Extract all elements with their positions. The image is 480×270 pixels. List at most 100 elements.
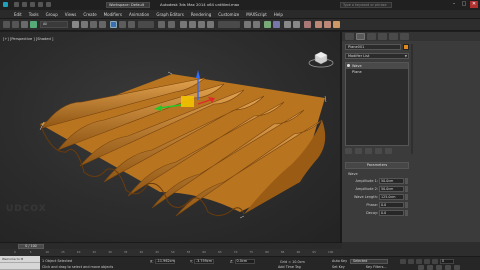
display-tab-icon[interactable] xyxy=(389,33,398,40)
show-end-result-icon[interactable] xyxy=(355,148,362,154)
remove-modifier-icon[interactable] xyxy=(375,148,382,154)
select-move-icon[interactable] xyxy=(110,21,117,28)
menu-edit[interactable]: Edit xyxy=(14,12,22,17)
go-to-start-icon[interactable] xyxy=(400,259,406,264)
graphite-ribbon-icon[interactable] xyxy=(273,21,280,28)
y-coordinate-input[interactable]: -3.759cm xyxy=(193,259,214,264)
redo-icon[interactable] xyxy=(46,2,51,7)
minimize-button[interactable]: – xyxy=(450,1,458,8)
utilities-tab-icon[interactable] xyxy=(400,33,409,40)
menu-create[interactable]: Create xyxy=(83,12,96,17)
modifier-list-dropdown[interactable]: Modifier List ▼ xyxy=(345,53,409,59)
select-scale-icon[interactable] xyxy=(128,21,135,28)
go-to-end-icon[interactable] xyxy=(432,259,438,264)
perspective-viewport[interactable]: [+] [Perspective ] [Shaded ] UDCOX xyxy=(0,32,342,242)
save-file-icon[interactable] xyxy=(30,2,35,7)
set-key-button[interactable]: Set Key xyxy=(332,265,345,269)
app-logo-icon[interactable] xyxy=(3,2,8,7)
object-name-field[interactable]: Plane001 xyxy=(345,44,401,50)
amplitude-1-input[interactable]: 50.0cm xyxy=(379,178,404,184)
amplitude-2-input[interactable]: 50.0cm xyxy=(379,186,404,192)
angle-snap-icon[interactable] xyxy=(189,21,196,28)
modifier-toggle-icon[interactable] xyxy=(347,64,350,67)
open-file-icon[interactable] xyxy=(22,2,27,7)
select-by-name-icon[interactable] xyxy=(81,21,88,28)
modify-tab-icon[interactable] xyxy=(356,33,365,40)
snaps-toggle-icon[interactable] xyxy=(180,21,187,28)
object-color-swatch[interactable] xyxy=(403,44,409,50)
pivot-center-icon[interactable] xyxy=(158,21,165,28)
render-setup-icon[interactable] xyxy=(315,21,322,28)
reference-coordinate-icon[interactable] xyxy=(138,21,154,28)
link-icon[interactable] xyxy=(21,21,28,28)
maximize-button[interactable]: □ xyxy=(460,1,468,8)
menu-modifiers[interactable]: Modifiers xyxy=(104,12,122,17)
menu-views[interactable]: Views xyxy=(65,12,77,17)
render-production-icon[interactable] xyxy=(333,21,340,28)
material-editor-icon[interactable] xyxy=(304,21,311,28)
wave-length-spinner[interactable] xyxy=(405,194,408,200)
select-manipulate-icon[interactable] xyxy=(168,21,175,28)
close-button[interactable]: ✕ xyxy=(470,1,478,8)
make-unique-icon[interactable] xyxy=(365,148,372,154)
motion-tab-icon[interactable] xyxy=(378,33,387,40)
menu-animation[interactable]: Animation xyxy=(129,12,149,17)
track-bar[interactable]: 0 5 10 15 20 25 30 35 40 45 50 55 60 65 70 75 80 85 90 95 10… xyxy=(0,249,342,256)
undo-icon[interactable] xyxy=(38,2,43,7)
previous-frame-icon[interactable] xyxy=(408,259,414,264)
next-frame-icon[interactable] xyxy=(424,259,430,264)
rendered-frame-icon[interactable] xyxy=(324,21,331,28)
panel-scroll-strip[interactable] xyxy=(411,44,413,154)
selection-filter-dropdown[interactable]: All xyxy=(40,21,68,28)
hierarchy-tab-icon[interactable] xyxy=(367,33,376,40)
key-filters-button[interactable]: Key Filters... xyxy=(366,265,387,269)
pan-icon[interactable] xyxy=(436,265,442,270)
wave-length-input[interactable]: 125.0cm xyxy=(379,194,404,200)
auto-key-button[interactable]: Auto Key xyxy=(332,259,347,263)
redo-icon[interactable] xyxy=(12,21,19,28)
bind-space-warp-icon[interactable] xyxy=(30,21,37,28)
zoom-all-icon[interactable] xyxy=(427,265,433,270)
pin-stack-icon[interactable] xyxy=(345,148,352,154)
named-selection-icon[interactable] xyxy=(218,21,240,28)
zoom-icon[interactable] xyxy=(418,265,424,270)
maxscript-line-1[interactable]: Welcome to M xyxy=(0,256,40,263)
phase-spinner[interactable] xyxy=(405,202,408,208)
region-select-icon[interactable] xyxy=(90,21,97,28)
menu-customize[interactable]: Customize xyxy=(218,12,239,17)
new-file-icon[interactable] xyxy=(14,2,19,7)
maxscript-listener[interactable]: Welcome to M xyxy=(0,256,40,270)
maxscript-line-2[interactable] xyxy=(0,263,40,270)
menu-tools[interactable]: Tools xyxy=(29,12,39,17)
maximize-viewport-icon[interactable] xyxy=(454,265,460,270)
decay-input[interactable]: 0.0 xyxy=(379,210,404,216)
play-icon[interactable] xyxy=(416,259,422,264)
menu-help[interactable]: Help xyxy=(274,12,283,17)
select-rotate-icon[interactable] xyxy=(119,21,126,28)
search-input[interactable]: Type a keyword or phrase xyxy=(340,2,392,8)
layer-manager-icon[interactable] xyxy=(264,21,271,28)
curve-editor-icon[interactable] xyxy=(284,21,291,28)
amplitude-2-spinner[interactable] xyxy=(405,186,408,192)
configure-sets-icon[interactable] xyxy=(385,148,392,154)
workspace-dropdown[interactable]: Workspace: Default xyxy=(106,2,150,8)
menu-rendering[interactable]: Rendering xyxy=(191,12,211,17)
time-slider[interactable]: 0 / 100 xyxy=(0,242,342,249)
menu-graph-editors[interactable]: Graph Editors xyxy=(156,12,183,17)
percent-snap-icon[interactable] xyxy=(198,21,205,28)
add-time-tag-button[interactable]: Add Time Tag xyxy=(278,265,301,269)
parameters-rollout-header[interactable]: Parameters xyxy=(345,162,409,169)
decay-spinner[interactable] xyxy=(405,210,408,216)
wave-plane-mesh[interactable] xyxy=(0,32,342,242)
phase-input[interactable]: 0.0 xyxy=(379,202,404,208)
align-icon[interactable] xyxy=(253,21,260,28)
spinner-snap-icon[interactable] xyxy=(207,21,214,28)
schematic-view-icon[interactable] xyxy=(293,21,300,28)
undo-icon[interactable] xyxy=(3,21,10,28)
orbit-icon[interactable] xyxy=(445,265,451,270)
menu-maxscript[interactable]: MAXScript xyxy=(246,12,267,17)
amplitude-1-spinner[interactable] xyxy=(405,178,408,184)
key-selection-dropdown[interactable]: Selected xyxy=(350,259,388,264)
menu-group[interactable]: Group xyxy=(46,12,58,17)
create-tab-icon[interactable] xyxy=(345,33,354,40)
